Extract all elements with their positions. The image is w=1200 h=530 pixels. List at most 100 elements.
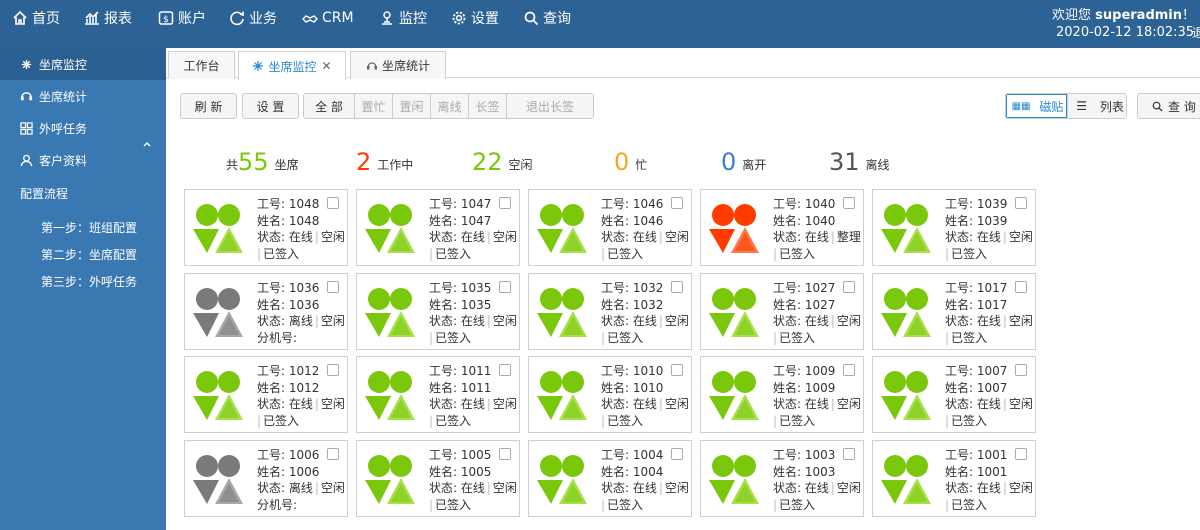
- agent-card[interactable]: 工号: 1032 姓名: 1032 状态: 在线 | 空闲 | 已签入: [528, 273, 692, 350]
- agent-select-checkbox[interactable]: [843, 281, 855, 293]
- nav-home[interactable]: 首页: [12, 0, 60, 36]
- agent-status-line: 状态: 在线 | 空闲: [429, 481, 517, 495]
- agent-status-label: 状态:: [773, 314, 805, 328]
- agent-select-checkbox[interactable]: [843, 197, 855, 209]
- agent-status-detail: 空闲: [492, 230, 517, 244]
- agent-card[interactable]: 工号: 1004 姓名: 1004 状态: 在线 | 空闲 | 已签入: [528, 440, 692, 517]
- nav-business[interactable]: 业务: [229, 0, 277, 36]
- agent-card[interactable]: 工号: 1017 姓名: 1017 状态: 在线 | 空闲 | 已签入: [872, 273, 1036, 350]
- nav-crm[interactable]: CRM: [302, 0, 354, 36]
- agent-id: 1006: [288, 448, 320, 462]
- sidebar-item-config-flow[interactable]: 配置流程: [0, 177, 166, 209]
- agent-status-label: 状态:: [945, 230, 977, 244]
- logout-link[interactable]: 退: [1192, 24, 1200, 41]
- agent-select-checkbox[interactable]: [1015, 448, 1027, 460]
- agent-select-checkbox[interactable]: [671, 197, 683, 209]
- tab-workbench[interactable]: 工作台: [168, 51, 235, 79]
- sidebar-subitem-step3[interactable]: 第三步：外呼任务: [41, 273, 137, 290]
- agent-card[interactable]: 工号: 1027 姓名: 1027 状态: 在线 | 空闲 | 已签入: [700, 273, 864, 350]
- agent-select-checkbox[interactable]: [671, 281, 683, 293]
- filter-all-button[interactable]: 全 部: [304, 94, 354, 118]
- agent-card[interactable]: 工号: 1035 姓名: 1035 状态: 在线 | 空闲 | 已签入: [356, 273, 520, 350]
- agent-name: 1010: [632, 380, 664, 395]
- agent-select-checkbox[interactable]: [327, 281, 339, 293]
- agent-sign-line: | 已签入: [429, 330, 472, 345]
- nav-settings[interactable]: 设置: [451, 0, 499, 36]
- agent-select-checkbox[interactable]: [327, 197, 339, 209]
- agent-select-checkbox[interactable]: [499, 448, 511, 460]
- agent-card[interactable]: 工号: 1010 姓名: 1010 状态: 在线 | 空闲 | 已签入: [528, 356, 692, 433]
- agent-id: 1048: [288, 197, 320, 211]
- agent-card[interactable]: 工号: 1039 姓名: 1039 状态: 在线 | 空闲 | 已签入: [872, 189, 1036, 266]
- agent-sign-state: 已签入: [607, 413, 644, 428]
- agent-select-checkbox[interactable]: [499, 364, 511, 376]
- agent-card[interactable]: 工号: 1048 姓名: 1048 状态: 在线 | 空闲 | 已签入: [184, 189, 348, 266]
- agent-name-line: 姓名: 1047: [429, 213, 517, 230]
- agent-id-label: 工号:: [773, 281, 805, 295]
- user-icon: [20, 154, 33, 166]
- agent-select-checkbox[interactable]: [843, 448, 855, 460]
- nav-report[interactable]: 报表: [84, 0, 132, 36]
- agent-card[interactable]: 工号: 1040 姓名: 1040 状态: 在线 | 整理 | 已签入: [700, 189, 864, 266]
- filter-set-idle-button[interactable]: 置闲: [392, 94, 430, 118]
- agent-card[interactable]: 工号: 1036 姓名: 1036 状态: 离线 | 空闲 分机号:: [184, 273, 348, 350]
- agent-avatar-icon: [881, 288, 931, 337]
- sidebar-subitem-step1[interactable]: 第一步：班组配置: [41, 219, 137, 236]
- chevron-up-icon[interactable]: [142, 139, 152, 149]
- nav-query[interactable]: 查询: [523, 0, 571, 36]
- close-icon[interactable]: ✕: [321, 59, 331, 73]
- agent-card[interactable]: 工号: 1011 姓名: 1011 状态: 在线 | 空闲 | 已签入: [356, 356, 520, 433]
- agent-card[interactable]: 工号: 1047 姓名: 1047 状态: 在线 | 空闲 | 已签入: [356, 189, 520, 266]
- agent-name-label: 姓名:: [773, 297, 805, 312]
- filter-exit-long-sign-button[interactable]: 退出长签: [506, 94, 593, 118]
- stat-idle-value: 22: [472, 148, 503, 176]
- agent-card[interactable]: 工号: 1001 姓名: 1001 状态: 在线 | 空闲 | 已签入: [872, 440, 1036, 517]
- agent-name: 1036: [288, 297, 320, 312]
- refresh-button[interactable]: 刷 新: [180, 93, 237, 119]
- agent-ext-line: 分机号:: [257, 330, 345, 347]
- agent-name: 1011: [460, 380, 492, 395]
- agent-name: 1017: [976, 297, 1008, 312]
- agent-card[interactable]: 工号: 1006 姓名: 1006 状态: 离线 | 空闲 分机号:: [184, 440, 348, 517]
- agent-card[interactable]: 工号: 1012 姓名: 1012 状态: 在线 | 空闲 | 已签入: [184, 356, 348, 433]
- nav-account[interactable]: $ 账户: [158, 0, 206, 36]
- sidebar-subitem-step2[interactable]: 第二步：坐席配置: [41, 246, 137, 263]
- filter-long-sign-button[interactable]: 长签: [468, 94, 506, 118]
- sidebar-item-agent-stats[interactable]: 坐席统计: [0, 80, 166, 112]
- agent-avatar-icon: [709, 455, 759, 504]
- filter-set-busy-button[interactable]: 置忙: [354, 94, 392, 118]
- view-list-button[interactable]: ☰ 列表: [1066, 94, 1126, 118]
- agent-name: 1007: [976, 380, 1008, 395]
- agent-select-checkbox[interactable]: [327, 448, 339, 460]
- agent-status-detail: 空闲: [836, 314, 861, 328]
- agent-card[interactable]: 工号: 1046 姓名: 1046 状态: 在线 | 空闲 | 已签入: [528, 189, 692, 266]
- agent-avatar-icon: [709, 204, 759, 253]
- agent-sign-line: | 已签入: [429, 497, 472, 512]
- agent-status: 在线: [632, 397, 657, 411]
- agent-select-checkbox[interactable]: [327, 364, 339, 376]
- tab-agent-stats[interactable]: 坐席统计: [350, 51, 446, 79]
- agent-status: 在线: [460, 481, 485, 495]
- agent-select-checkbox[interactable]: [1015, 197, 1027, 209]
- agent-select-checkbox[interactable]: [1015, 281, 1027, 293]
- agent-select-checkbox[interactable]: [671, 364, 683, 376]
- agent-select-checkbox[interactable]: [671, 448, 683, 460]
- agent-select-checkbox[interactable]: [1015, 364, 1027, 376]
- stat-total-label: 坐席: [274, 158, 299, 172]
- agent-select-checkbox[interactable]: [843, 364, 855, 376]
- agent-select-checkbox[interactable]: [499, 281, 511, 293]
- filter-offline-button[interactable]: 离线: [430, 94, 468, 118]
- agent-card[interactable]: 工号: 1007 姓名: 1007 状态: 在线 | 空闲 | 已签入: [872, 356, 1036, 433]
- view-tile-button[interactable]: ▦▦ 磁贴: [1006, 94, 1067, 118]
- agent-card[interactable]: 工号: 1005 姓名: 1005 状态: 在线 | 空闲 | 已签入: [356, 440, 520, 517]
- nav-monitor[interactable]: 监控: [379, 0, 427, 36]
- settings-button[interactable]: 设 置: [242, 93, 299, 119]
- agent-sign-state: 已签入: [263, 413, 300, 428]
- tab-agent-monitor[interactable]: 坐席监控 ✕: [238, 51, 346, 80]
- agent-name-line: 姓名: 1036: [257, 297, 345, 314]
- agent-card[interactable]: 工号: 1009 姓名: 1009 状态: 在线 | 空闲 | 已签入: [700, 356, 864, 433]
- agent-card[interactable]: 工号: 1003 姓名: 1003 状态: 在线 | 空闲 | 已签入: [700, 440, 864, 517]
- query-button[interactable]: 查 询: [1137, 93, 1200, 119]
- sidebar-item-agent-monitor[interactable]: 坐席监控: [0, 48, 166, 80]
- agent-select-checkbox[interactable]: [499, 197, 511, 209]
